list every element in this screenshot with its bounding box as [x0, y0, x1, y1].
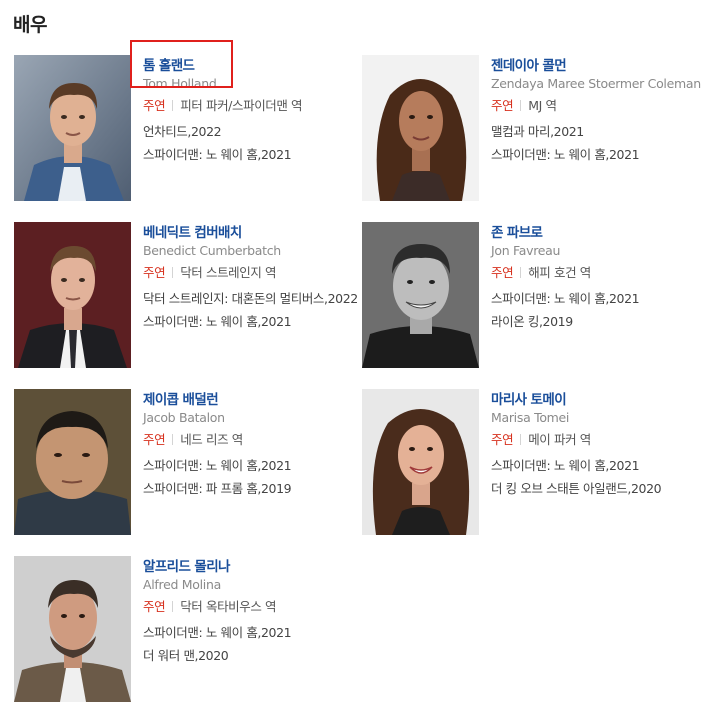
- role-name: 닥터 스트레인지 역: [180, 265, 277, 280]
- actor-name-link[interactable]: 베네딕트 컴버배치: [143, 224, 242, 242]
- actor-photo[interactable]: [14, 389, 131, 535]
- role-line: 주연 닥터 스트레인지 역: [143, 264, 358, 281]
- actor-photo[interactable]: [14, 556, 131, 702]
- actor-name-link[interactable]: 존 파브로: [491, 224, 543, 242]
- role-type: 주연: [491, 265, 514, 280]
- actor-photo[interactable]: [362, 222, 479, 368]
- actor-card: 제이콥 배덜런 Jacob Batalon 주연 네드 리즈 역 스파이더맨: 노…: [14, 389, 359, 539]
- divider: [172, 434, 174, 445]
- actor-english-name: Jacob Batalon: [143, 410, 225, 425]
- actor-name-link[interactable]: 마리사 토메이: [491, 391, 567, 409]
- section-title: 배우: [13, 14, 47, 36]
- actor-english-name: Alfred Molina: [143, 577, 221, 592]
- work-link[interactable]: 스파이더맨: 노 웨이 홈,2021: [491, 290, 706, 308]
- work-link[interactable]: 더 워터 맨,2020: [143, 647, 358, 665]
- work-link[interactable]: 더 킹 오브 스태튼 아일랜드,2020: [491, 480, 706, 498]
- work-link[interactable]: 맬컴과 마리,2021: [491, 123, 706, 141]
- role-name: MJ 역: [528, 98, 557, 113]
- actor-name-link[interactable]: 톰 홀랜드: [143, 57, 195, 75]
- role-line: 주연 해피 호건 역: [491, 264, 706, 281]
- actor-photo[interactable]: [14, 222, 131, 368]
- role-type: 주연: [143, 432, 166, 447]
- role-type: 주연: [143, 265, 166, 280]
- actor-card: 알프리드 몰리나 Alfred Molina 주연 닥터 옥타비우스 역 스파이더…: [14, 556, 359, 706]
- actor-photo[interactable]: [14, 55, 131, 201]
- divider: [520, 100, 522, 111]
- filmography: 닥터 스트레인지: 대혼돈의 멀티버스,2022 스파이더맨: 노 웨이 홈,2…: [143, 290, 358, 331]
- actor-card: 톰 홀랜드 Tom Holland 주연 피터 파커/스파이더맨 역 언차티드,2…: [14, 55, 359, 205]
- role-line: 주연 메이 파커 역: [491, 431, 706, 448]
- filmography: 스파이더맨: 노 웨이 홈,2021 더 킹 오브 스태튼 아일랜드,2020: [491, 457, 706, 498]
- role-line: 주연 MJ 역: [491, 97, 706, 114]
- role-name: 메이 파커 역: [528, 432, 591, 447]
- actor-name-link[interactable]: 젠데이아 콜먼: [491, 57, 567, 75]
- divider: [520, 267, 522, 278]
- work-link[interactable]: 스파이더맨: 파 프롬 홈,2019: [143, 480, 358, 498]
- role-name: 네드 리즈 역: [180, 432, 243, 447]
- work-link[interactable]: 스파이더맨: 노 웨이 홈,2021: [143, 313, 358, 331]
- role-line: 주연 네드 리즈 역: [143, 431, 358, 448]
- filmography: 언차티드,2022 스파이더맨: 노 웨이 홈,2021: [143, 123, 358, 164]
- actor-name-link[interactable]: 제이콥 배덜런: [143, 391, 219, 409]
- work-link[interactable]: 스파이더맨: 노 웨이 홈,2021: [491, 457, 706, 475]
- role-line: 주연 닥터 옥타비우스 역: [143, 598, 358, 615]
- role-line: 주연 피터 파커/스파이더맨 역: [143, 97, 358, 114]
- role-name: 해피 호건 역: [528, 265, 591, 280]
- role-type: 주연: [143, 98, 166, 113]
- work-link[interactable]: 스파이더맨: 노 웨이 홈,2021: [143, 624, 358, 642]
- filmography: 스파이더맨: 노 웨이 홈,2021 더 워터 맨,2020: [143, 624, 358, 665]
- actor-photo[interactable]: [362, 389, 479, 535]
- work-link[interactable]: 닥터 스트레인지: 대혼돈의 멀티버스,2022: [143, 290, 358, 308]
- role-name: 닥터 옥타비우스 역: [180, 599, 277, 614]
- work-link[interactable]: 스파이더맨: 노 웨이 홈,2021: [491, 146, 706, 164]
- filmography: 스파이더맨: 노 웨이 홈,2021 스파이더맨: 파 프롬 홈,2019: [143, 457, 358, 498]
- actor-card: 베네딕트 컴버배치 Benedict Cumberbatch 주연닥터 스트레인…: [14, 222, 359, 372]
- actor-card: 마리사 토메이 Marisa Tomei 주연 메이 파커 역 스파이더맨: 노 …: [362, 389, 707, 539]
- divider: [172, 267, 174, 278]
- work-link[interactable]: 언차티드,2022: [143, 123, 358, 141]
- role-type: 주연: [491, 432, 514, 447]
- actor-english-name: Tom Holland: [143, 76, 217, 91]
- actor-english-name: Benedict Cumberbatch: [143, 243, 281, 258]
- actor-english-name: Jon Favreau: [491, 243, 561, 258]
- actor-english-name: Zendaya Maree Stoermer Coleman: [491, 76, 701, 91]
- filmography: 맬컴과 마리,2021 스파이더맨: 노 웨이 홈,2021: [491, 123, 706, 164]
- actor-english-name: Marisa Tomei: [491, 410, 570, 425]
- divider: [172, 601, 174, 612]
- actor-photo[interactable]: [362, 55, 479, 201]
- divider: [520, 434, 522, 445]
- filmography: 스파이더맨: 노 웨이 홈,2021 라이온 킹,2019: [491, 290, 706, 331]
- actor-card: 젠데이아 콜먼 Zendaya Maree Stoermer Coleman 주…: [362, 55, 707, 205]
- actor-name-link[interactable]: 알프리드 몰리나: [143, 558, 230, 576]
- role-type: 주연: [491, 98, 514, 113]
- actor-card: 존 파브로 Jon Favreau 주연 해피 호건 역 스파이더맨: 노 웨이 …: [362, 222, 707, 372]
- divider: [172, 100, 174, 111]
- work-link[interactable]: 라이온 킹,2019: [491, 313, 706, 331]
- role-type: 주연: [143, 599, 166, 614]
- role-name: 피터 파커/스파이더맨 역: [180, 98, 303, 113]
- work-link[interactable]: 스파이더맨: 노 웨이 홈,2021: [143, 457, 358, 475]
- work-link[interactable]: 스파이더맨: 노 웨이 홈,2021: [143, 146, 358, 164]
